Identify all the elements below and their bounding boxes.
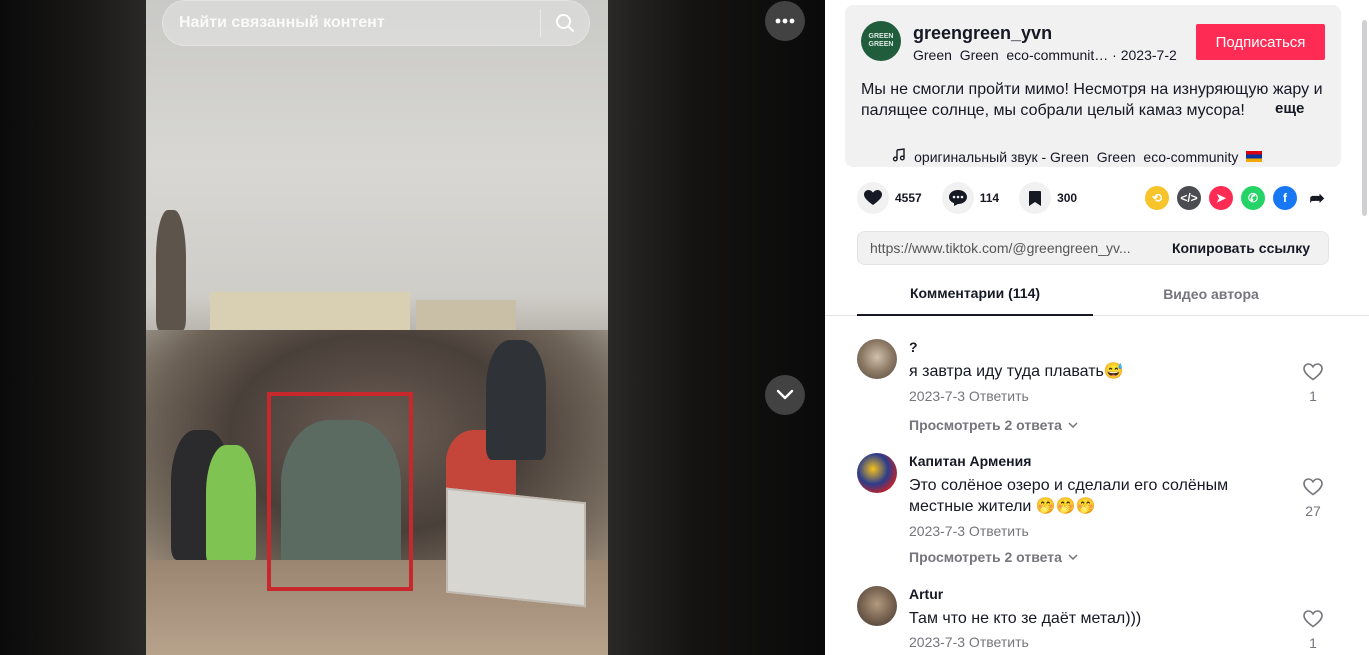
sound-link[interactable]: оригинальный звук - Green Green eco-comm… (861, 132, 1263, 181)
commenter-avatar[interactable] (857, 339, 897, 379)
video-person (156, 210, 186, 330)
search-icon[interactable] (541, 0, 589, 46)
send-to-friends-icon[interactable]: ➤ (1209, 186, 1233, 210)
copy-link-button[interactable]: Копировать ссылку (1162, 240, 1328, 256)
author-avatar[interactable]: GREEN GREEN (861, 21, 901, 61)
follow-button[interactable]: Подписаться (1196, 24, 1325, 60)
post-description: Мы не смогли пройти мимо! Несмотря на из… (861, 81, 1323, 119)
related-search-bar[interactable]: Найти связанный контент (162, 0, 590, 46)
comment-like-count: 1 (1309, 635, 1317, 651)
commenter-name[interactable]: ? (909, 339, 918, 355)
author-subline: Green Green eco-communit… · 2023-7-2 (913, 47, 1177, 63)
view-replies-button[interactable]: Просмотреть 2 ответа (909, 549, 1078, 565)
armenia-flag-icon (1246, 151, 1263, 162)
engagement-bar: 4557 114 300 (857, 182, 1097, 214)
view-replies-label: Просмотреть 2 ответа (909, 549, 1062, 565)
bookmark-icon (1019, 182, 1052, 214)
panel-scrollbar[interactable] (1362, 20, 1367, 216)
more-options-icon[interactable] (765, 1, 805, 41)
share-arrow-icon[interactable]: ➦ (1305, 186, 1329, 210)
heart-outline-icon (1303, 610, 1323, 628)
commenter-avatar[interactable] (857, 586, 897, 626)
chevron-down-icon[interactable] (765, 375, 805, 415)
author-username[interactable]: greengreen_yvn (913, 23, 1052, 44)
heart-outline-icon (1303, 478, 1323, 496)
save-button[interactable]: 300 (1019, 182, 1077, 214)
view-replies-label: Просмотреть 2 ответа (909, 417, 1062, 433)
video-person (206, 445, 256, 565)
comment-text: я завтра иду туда плавать😅 (909, 363, 1124, 380)
video-person (486, 340, 546, 460)
view-replies-button[interactable]: Просмотреть 2 ответа (909, 417, 1078, 433)
more-link[interactable]: еще (1275, 100, 1304, 117)
video-blur-backdrop-right (608, 0, 825, 655)
sound-name: оригинальный звук - Green Green eco-comm… (914, 148, 1239, 165)
tab-comments[interactable]: Комментарии (114) (857, 272, 1093, 316)
video-frame[interactable] (146, 0, 608, 655)
comment-item: Капитан Армения Это солёное озеро и сдел… (857, 453, 1337, 573)
comment-meta[interactable]: 2023-7-3 Ответить (909, 523, 1029, 539)
save-count: 300 (1057, 191, 1078, 205)
video-blur-backdrop-left (0, 0, 146, 655)
like-button[interactable]: 4557 (857, 182, 922, 214)
whatsapp-icon[interactable]: ✆ (1241, 186, 1265, 210)
chevron-down-icon (1068, 554, 1078, 560)
comment-text: Это солёное озеро и сделали его солёным … (909, 477, 1229, 515)
heart-icon (857, 182, 889, 214)
avatar-logo-text: GREEN GREEN (868, 33, 894, 48)
comment-button[interactable]: 114 (941, 182, 1000, 214)
comment-meta[interactable]: 2023-7-3 Ответить (909, 634, 1029, 650)
comment-count: 114 (979, 191, 1000, 205)
video-player-area[interactable]: Найти связанный контент (0, 0, 825, 655)
share-icons: ⟲ </> ➤ ✆ f ➦ (1145, 186, 1329, 210)
heart-outline-icon (1303, 363, 1323, 381)
comment-like-count: 27 (1305, 503, 1321, 519)
comment-like[interactable]: 1 (1297, 610, 1329, 651)
share-url[interactable]: https://www.tiktok.com/@greengreen_yv... (858, 240, 1162, 256)
chevron-down-icon (1068, 422, 1078, 428)
commenter-name[interactable]: Капитан Армения (909, 453, 1031, 469)
tab-author-videos[interactable]: Видео автора (1093, 272, 1329, 316)
comment-like[interactable]: 1 (1297, 363, 1329, 404)
repost-icon[interactable]: ⟲ (1145, 186, 1169, 210)
facebook-icon[interactable]: f (1273, 186, 1297, 210)
comment-text: Там что не кто зе даёт метал))) (909, 610, 1142, 627)
comment-like[interactable]: 27 (1297, 478, 1329, 519)
comment-meta[interactable]: 2023-7-3 Ответить (909, 388, 1029, 404)
video-info-panel: GREEN GREEN greengreen_yvn Green Green e… (825, 0, 1369, 655)
video-highlight-box (267, 392, 413, 591)
search-input[interactable]: Найти связанный контент (163, 14, 540, 32)
share-link-box: https://www.tiktok.com/@greengreen_yv...… (857, 231, 1329, 265)
music-note-icon (861, 132, 906, 181)
comment-item: ? я завтра иду туда плавать😅 2023-7-3 От… (857, 339, 1337, 439)
panel-tabs: Комментарии (114) Видео автора (825, 272, 1369, 316)
commenter-name[interactable]: Artur (909, 586, 943, 602)
video-trash-pile (446, 487, 586, 608)
comment-like-count: 1 (1309, 388, 1317, 404)
like-count: 4557 (895, 191, 922, 205)
comment-icon (941, 182, 974, 214)
post-info-card: GREEN GREEN greengreen_yvn Green Green e… (845, 5, 1341, 167)
commenter-avatar[interactable] (857, 453, 897, 493)
embed-icon[interactable]: </> (1177, 186, 1201, 210)
comment-item: Artur Там что не кто зе даёт метал))) 20… (857, 586, 1337, 655)
